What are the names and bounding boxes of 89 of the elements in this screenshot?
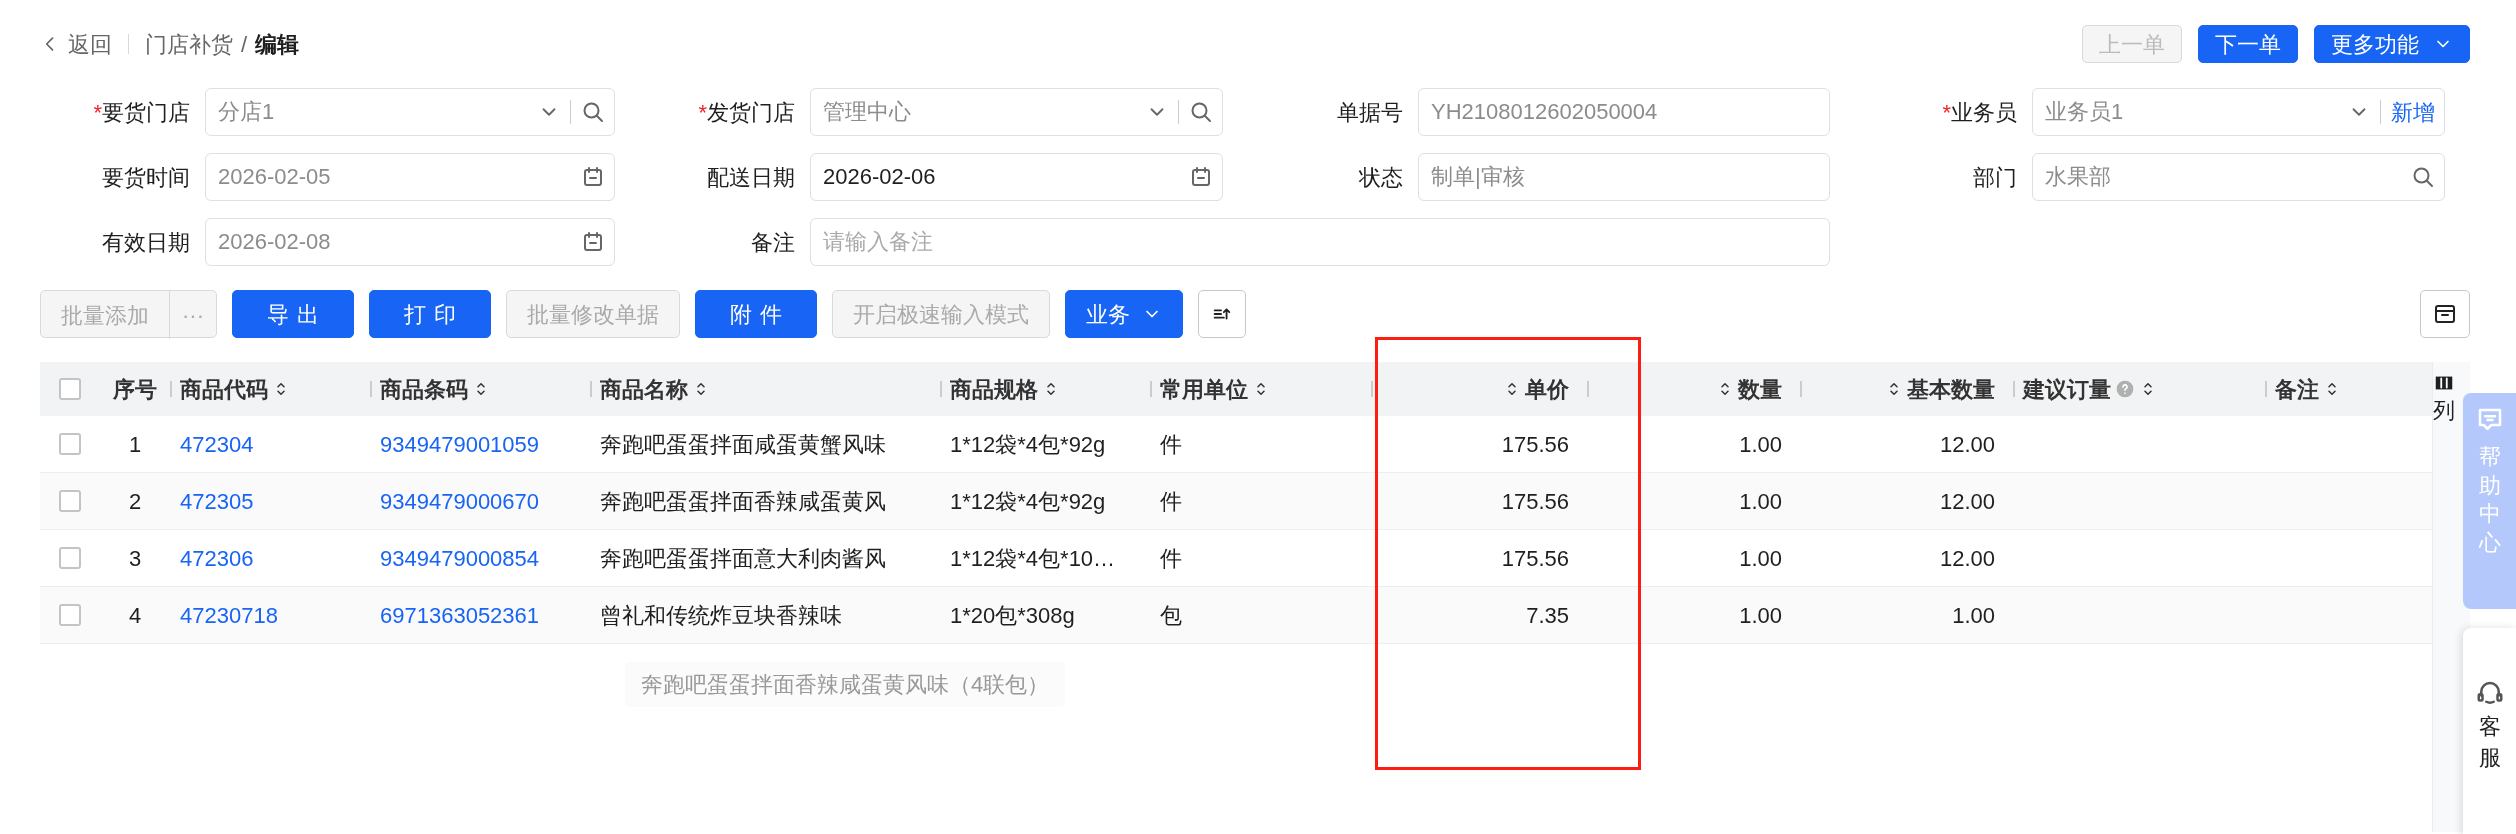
table-cell-text: 175.56 [1501, 544, 1569, 573]
field-label: 配送日期 [706, 163, 795, 192]
product-link[interactable]: 9349479001059 [380, 427, 540, 461]
field-label: 状态 [1358, 163, 1403, 192]
column-header[interactable]: 商品名称 [600, 372, 710, 406]
table-cell-text: 12.00 [1939, 487, 1995, 516]
column-header[interactable]: 序号 [113, 372, 157, 406]
table-cell-text: 1*12袋*4包*10… [950, 544, 1116, 573]
calendar-icon [581, 230, 605, 254]
product-link[interactable]: 47230718 [180, 598, 278, 632]
toolbar-button[interactable]: 导出 [232, 290, 354, 338]
checkbox[interactable] [59, 433, 81, 455]
table-cell-text: 4 [128, 601, 142, 630]
calendar-icon [1189, 165, 1213, 189]
product-link[interactable]: 9349479000670 [380, 484, 540, 518]
field-label: 单据号 [1336, 98, 1403, 127]
table-cell-text: 1*20包*308g [950, 601, 1075, 630]
archive-icon [2433, 302, 2457, 326]
search-icon[interactable] [1189, 100, 1213, 124]
tooltip: 奔跑吧蛋蛋拌面香辣咸蛋黄风味（4联包） [625, 662, 1066, 707]
table-cell-text: 件 [1160, 430, 1182, 459]
search-icon[interactable] [2411, 165, 2435, 189]
customer-service-label: 客服 [2478, 713, 2501, 772]
archive-button[interactable] [2420, 290, 2470, 338]
column-header[interactable]: 商品规格 [950, 372, 1060, 406]
checkbox[interactable] [59, 604, 81, 626]
remark-field[interactable]: 请输入备注 [810, 218, 1830, 266]
product-link[interactable]: 9349479000854 [380, 541, 540, 575]
calendar-icon [581, 165, 605, 189]
checkbox[interactable] [59, 547, 81, 569]
breadcrumb-link[interactable]: 门店补货 [145, 27, 233, 61]
field-label: 要货时间 [101, 163, 190, 192]
breadcrumb-separator: / [241, 30, 248, 59]
table-cell-text: 包 [1160, 601, 1182, 630]
help-icon [2115, 379, 2135, 399]
column-header[interactable]: 数量 [1716, 372, 1782, 406]
column-header[interactable]: 建议订量 [2023, 372, 2157, 406]
column-header[interactable]: 单价 [1503, 372, 1569, 406]
table-cell-text: 1*12袋*4包*92g [950, 430, 1106, 459]
checkbox[interactable] [59, 378, 81, 400]
field-label: *业务员 [1941, 98, 2017, 127]
table-cell-text: 奔跑吧蛋蛋拌面香辣咸蛋黄风 [600, 487, 886, 516]
product-link[interactable]: 6971363052361 [380, 598, 540, 632]
table-cell-text: 2 [128, 487, 142, 516]
product-link[interactable]: 472304 [180, 427, 254, 461]
table-cell-text: 曾礼和传统炸豆块香辣味 [600, 601, 842, 630]
column-header[interactable]: 常用单位 [1160, 372, 1270, 406]
product-link[interactable]: 472306 [180, 541, 254, 575]
column-settings-label[interactable]: 列 [2433, 394, 2455, 427]
table-cell-text: 12.00 [1939, 544, 1995, 573]
field-label: *发货门店 [697, 98, 795, 127]
column-header[interactable]: 商品代码 [180, 372, 290, 406]
table-cell-text: 3 [128, 544, 142, 573]
table-cell-text: 件 [1160, 544, 1182, 573]
table-cell-text: 件 [1160, 487, 1182, 516]
sort-settings-button[interactable] [1198, 290, 1246, 338]
column-header[interactable]: 备注 [2275, 372, 2341, 406]
table-cell-text: 175.56 [1501, 430, 1569, 459]
customer-service-tab[interactable]: 客服 [2463, 628, 2516, 834]
table-cell-text: 1 [128, 430, 142, 459]
column-header[interactable]: 基本数量 [1885, 372, 1995, 406]
more-dropdown-button[interactable]: 更多功能 [2314, 25, 2470, 63]
toolbar-button[interactable]: 打印 [369, 290, 491, 338]
date-field[interactable]: 2026-02-06 [810, 153, 1223, 201]
field-label: *要货门店 [92, 98, 190, 127]
table-cell-text: 1.00 [1739, 544, 1782, 573]
product-link[interactable]: 472305 [180, 484, 254, 518]
help-center-label: 帮助中心 [2478, 443, 2501, 557]
table-cell-text: 1.00 [1739, 601, 1782, 630]
business-dropdown-button[interactable]: 业务 [1065, 290, 1183, 338]
table-cell-text: 奔跑吧蛋蛋拌面咸蛋黄蟹风味 [600, 430, 886, 459]
field-label: 有效日期 [101, 228, 190, 257]
table-cell-text: 12.00 [1939, 430, 1995, 459]
nav-button[interactable]: 下一单 [2198, 25, 2298, 63]
field-label: 部门 [1972, 163, 2017, 192]
table-cell-text: 1.00 [1739, 430, 1782, 459]
column-header[interactable]: 商品条码 [380, 372, 490, 406]
back-link[interactable]: 返回 [40, 27, 112, 61]
toolbar-button[interactable]: 附件 [695, 290, 817, 338]
table-cell-text: 7.35 [1526, 601, 1569, 630]
table-cell-text: 1.00 [1952, 601, 1995, 630]
table-cell-text: 175.56 [1501, 487, 1569, 516]
table-cell-text: 1.00 [1739, 487, 1782, 516]
breadcrumb-current: 编辑 [255, 30, 300, 59]
checkbox[interactable] [59, 490, 81, 512]
field-label: 备注 [750, 228, 795, 257]
table-cell-text: 1*12袋*4包*92g [950, 487, 1106, 516]
table-cell-text: 奔跑吧蛋蛋拌面意大利肉酱风 [600, 544, 886, 573]
search-icon[interactable] [581, 100, 605, 124]
